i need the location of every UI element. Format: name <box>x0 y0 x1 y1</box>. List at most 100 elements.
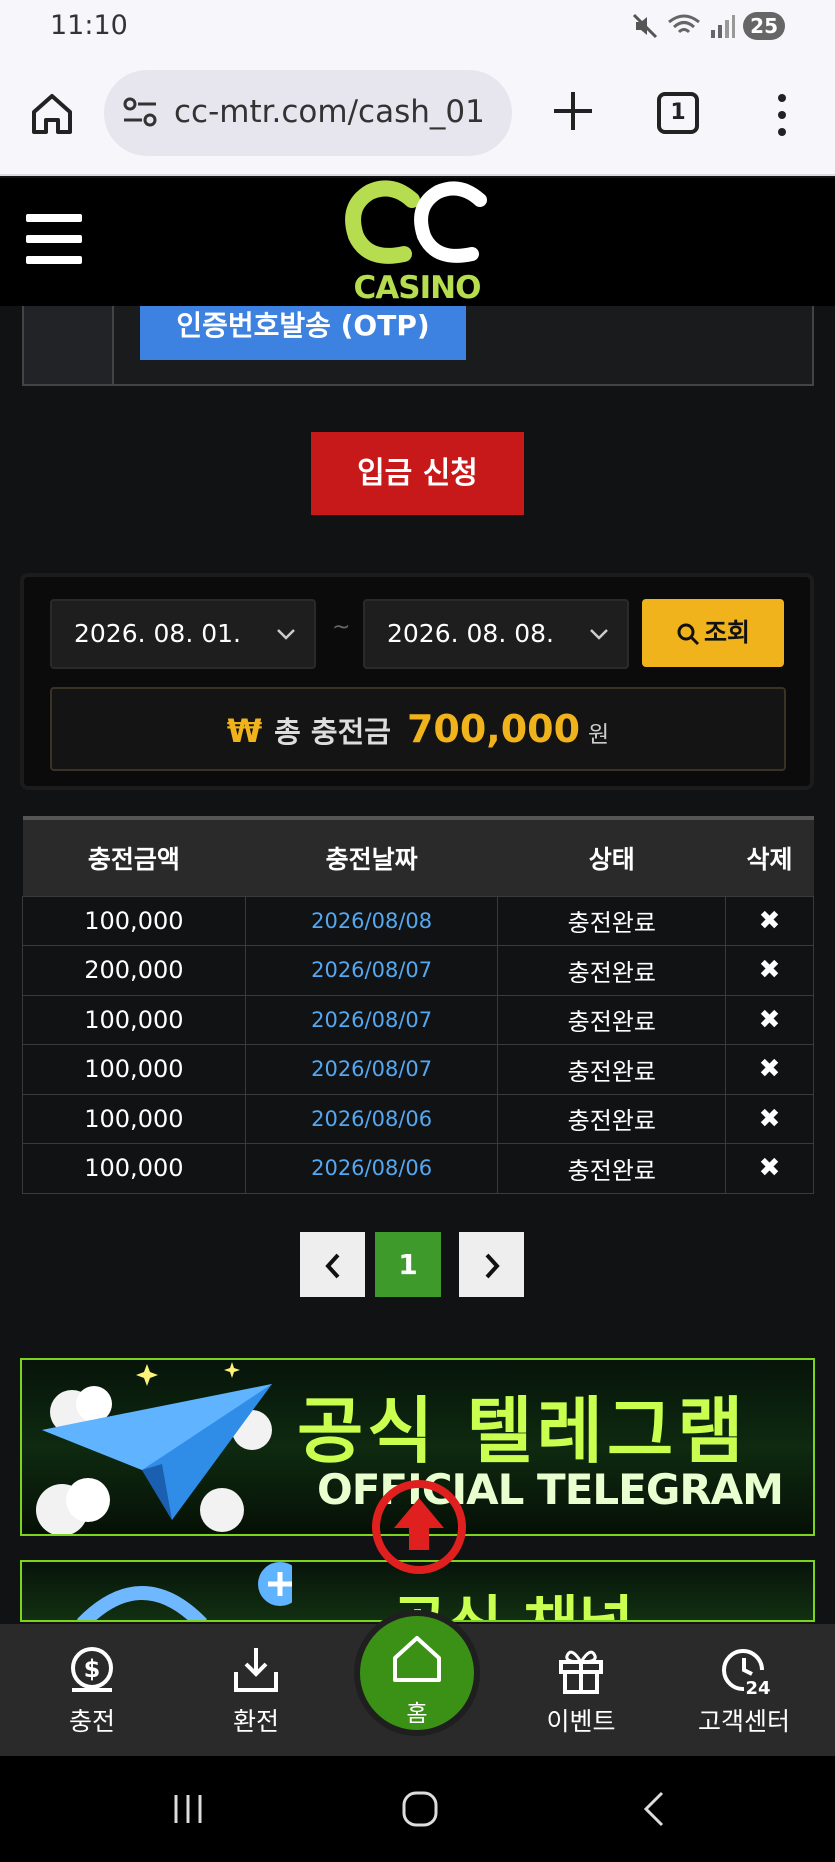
delete-icon[interactable]: ✖ <box>725 1044 814 1095</box>
otp-label-cell <box>24 306 114 384</box>
dollar-coin-icon: $ <box>71 1647 113 1692</box>
status-bar: 11:10 25 <box>0 0 835 52</box>
column-header-delete: 삭제 <box>725 816 814 896</box>
address-bar[interactable]: cc-mtr.com/cash_01 <box>104 70 512 156</box>
wifi-icon <box>668 14 701 34</box>
clock-24-icon: 24 <box>722 1649 770 1696</box>
logo-mark-icon <box>345 180 487 264</box>
cell-date[interactable]: 2026/08/07 <box>244 945 499 996</box>
table-row: 100,000 2026/08/07 충전완료 ✖ <box>22 1044 814 1095</box>
chevron-down-icon <box>590 629 608 640</box>
scroll-to-top-button[interactable] <box>372 1480 466 1574</box>
otp-section: 인증번호발송 (OTP) <box>22 306 814 386</box>
search-button-label: 조회 <box>703 618 750 647</box>
hamburger-menu-icon[interactable] <box>26 214 82 264</box>
end-date-select[interactable]: 2026. 08. 08. <box>363 599 629 669</box>
browser-menu-icon[interactable] <box>770 90 794 140</box>
cell-amount: 100,000 <box>22 994 246 1045</box>
arrow-up-icon <box>394 1498 444 1550</box>
nav-home[interactable]: 홈 <box>354 1610 480 1736</box>
nav-charge-label: 충전 <box>68 1707 115 1736</box>
cell-date[interactable]: 2026/08/06 <box>244 1093 499 1144</box>
recent-apps-icon[interactable] <box>168 1789 208 1829</box>
next-page-button[interactable] <box>459 1232 524 1297</box>
cell-status: 충전완료 <box>497 1143 727 1194</box>
new-tab-icon[interactable] <box>548 86 598 136</box>
page-number-button[interactable]: 1 <box>375 1232 441 1297</box>
nav-withdraw-label: 환전 <box>232 1707 279 1736</box>
cell-amount: 100,000 <box>22 1093 246 1144</box>
browser-toolbar: cc-mtr.com/cash_01 1 <box>0 52 835 176</box>
cell-amount: 100,000 <box>22 895 246 946</box>
delete-icon[interactable]: ✖ <box>725 994 814 1045</box>
chevron-right-icon <box>485 1253 500 1279</box>
cell-date[interactable]: 2026/08/07 <box>244 1044 499 1095</box>
delete-icon[interactable]: ✖ <box>725 1093 814 1144</box>
svg-text:$: $ <box>84 1655 101 1683</box>
delete-icon[interactable]: ✖ <box>725 1143 814 1194</box>
svg-text:24: 24 <box>745 1678 770 1696</box>
nav-withdraw[interactable]: 환전 <box>196 1644 316 1738</box>
total-amount: 700,000 <box>406 707 581 751</box>
nav-support[interactable]: 24 고객센터 <box>684 1644 804 1738</box>
start-date-select[interactable]: 2026. 08. 01. <box>50 599 316 669</box>
home-button-icon[interactable] <box>400 1789 440 1829</box>
column-header-status: 상태 <box>497 816 726 896</box>
cell-status: 충전완료 <box>497 1093 727 1144</box>
paper-plane-icon <box>36 1362 272 1534</box>
cell-date[interactable]: 2026/08/07 <box>244 994 499 1045</box>
status-time: 11:10 <box>50 10 128 41</box>
table-row: 100,000 2026/08/08 충전완료 ✖ <box>22 895 814 946</box>
channel-icon <box>76 1562 292 1620</box>
start-date-value: 2026. 08. 01. <box>74 619 241 648</box>
site-settings-icon[interactable] <box>122 94 158 130</box>
cell-status: 충전완료 <box>497 895 727 946</box>
delete-icon[interactable]: ✖ <box>725 895 814 946</box>
cell-date[interactable]: 2026/08/06 <box>244 1143 499 1194</box>
search-panel: 2026. 08. 01. ~ 2026. 08. 08. 조회 ₩ 총 충전금 7… <box>20 573 814 790</box>
search-button[interactable]: 조회 <box>642 599 784 667</box>
delete-icon[interactable]: ✖ <box>725 945 814 996</box>
won-icon: ₩ <box>226 712 263 750</box>
cell-status: 충전완료 <box>497 994 727 1045</box>
tab-switcher-button[interactable]: 1 <box>657 92 699 134</box>
home-icon <box>393 1636 441 1682</box>
nav-home-label: 홈 <box>406 1701 428 1727</box>
url-text: cc-mtr.com/cash_01 <box>174 94 485 130</box>
cell-status: 충전완료 <box>497 945 727 996</box>
nav-event-label: 이벤트 <box>546 1707 616 1736</box>
cell-date[interactable]: 2026/08/08 <box>244 895 499 946</box>
logo-text: CASINO <box>353 270 482 306</box>
column-header-amount: 충전금액 <box>22 816 246 896</box>
browser-home-icon[interactable] <box>28 90 76 138</box>
android-navigation-bar <box>0 1756 835 1862</box>
nav-charge[interactable]: $ 충전 <box>32 1644 152 1738</box>
status-icons: 25 <box>631 12 785 40</box>
send-otp-button[interactable]: 인증번호발송 (OTP) <box>140 306 466 360</box>
page: 11:10 25 cc-mtr.com/cash_01 1 CASINO 인증번… <box>0 0 835 1862</box>
column-header-date: 충전날짜 <box>245 816 498 896</box>
table-row: 100,000 2026/08/06 충전완료 ✖ <box>22 1143 814 1194</box>
back-icon[interactable] <box>636 1789 676 1829</box>
search-icon <box>677 623 700 646</box>
cell-amount: 100,000 <box>22 1143 246 1194</box>
table-row: 100,000 2026/08/07 충전완료 ✖ <box>22 994 814 1045</box>
nav-event[interactable]: 이벤트 <box>521 1644 641 1738</box>
site-logo[interactable]: CASINO <box>342 178 492 306</box>
download-tray-icon <box>234 1648 278 1692</box>
table-row: 100,000 2026/08/06 충전완료 ✖ <box>22 1093 814 1144</box>
telegram-banner-title: 공식 텔레그램 <box>297 1389 748 1473</box>
deposit-request-button[interactable]: 입금 신청 <box>311 432 524 515</box>
charge-history: 충전금액 충전날짜 상태 삭제 100,000 2026/08/08 충전완료 … <box>22 816 814 1194</box>
gift-icon <box>559 1650 603 1694</box>
bottom-navigation: $ 충전 환전 홈 이벤트 24 고객센터 <box>0 1610 835 1756</box>
cell-amount: 200,000 <box>22 945 246 996</box>
prev-page-button[interactable] <box>300 1232 365 1297</box>
end-date-value: 2026. 08. 08. <box>387 619 554 648</box>
mute-icon <box>633 13 658 39</box>
table-header-row: 충전금액 충전날짜 상태 삭제 <box>22 816 814 896</box>
chevron-left-icon <box>324 1253 339 1279</box>
cell-amount: 100,000 <box>22 1044 246 1095</box>
signal-icon <box>711 15 736 38</box>
total-charge-box: ₩ 총 충전금 700,000 원 <box>50 687 786 771</box>
